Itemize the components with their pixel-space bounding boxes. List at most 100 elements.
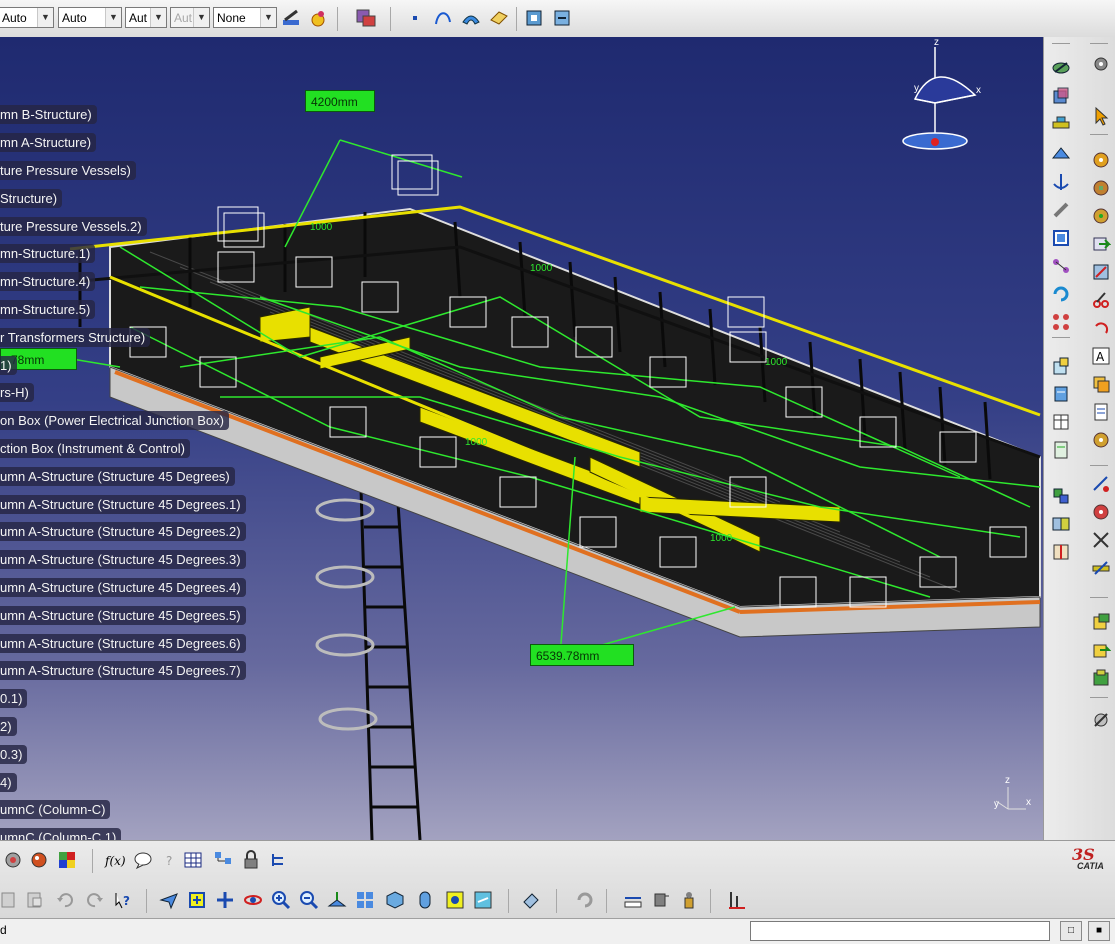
measure-inertia-icon[interactable]	[678, 889, 700, 911]
parts-cube-icon[interactable]	[1050, 85, 1072, 107]
merge-icon[interactable]	[1050, 513, 1072, 535]
zoom-out-icon[interactable]	[298, 889, 320, 911]
knowledge-icon[interactable]	[1050, 57, 1072, 79]
tree-node[interactable]: mn A-Structure)	[0, 133, 97, 152]
comment-icon[interactable]	[132, 849, 154, 871]
chevron-down-icon[interactable]: ▼	[150, 8, 166, 27]
measure-item-icon[interactable]	[650, 889, 672, 911]
layer-combo[interactable]: Aut ▼	[125, 7, 167, 28]
tree-node[interactable]: 1)	[0, 356, 17, 375]
table-icon[interactable]	[1050, 411, 1072, 433]
document-icon[interactable]	[1090, 401, 1112, 423]
zoom-in-icon[interactable]	[270, 889, 292, 911]
tree-node[interactable]: umn A-Structure (Structure 45 Degrees.6)	[0, 634, 246, 653]
tree-node[interactable]: umnC (Column-C)	[0, 800, 111, 819]
tree-node[interactable]: r Transformers Structure)	[0, 328, 151, 347]
tree-node[interactable]: umn A-Structure (Structure 45 Degrees.1)	[0, 495, 246, 514]
iso-view-icon[interactable]	[384, 889, 406, 911]
catalog-icon[interactable]	[1050, 383, 1072, 405]
hide-show-icon[interactable]	[444, 889, 466, 911]
analysis-icon[interactable]	[726, 889, 748, 911]
tools-options-icon[interactable]	[1090, 709, 1112, 731]
structure-member-icon[interactable]	[1050, 113, 1072, 135]
scissor-tool-icon[interactable]	[1090, 289, 1112, 311]
whats-this-icon[interactable]: ?	[112, 889, 134, 911]
transform-icon[interactable]	[1090, 261, 1112, 283]
spline-icon[interactable]	[432, 7, 454, 29]
undo-icon[interactable]	[54, 889, 76, 911]
apply-material-icon[interactable]	[2, 849, 24, 871]
tree-node[interactable]: ture Pressure Vessels)	[0, 161, 136, 180]
3d-viewport[interactable]: z x y z x y 1000 1000 1000 1000 1000 420…	[0, 37, 1043, 840]
tree-node[interactable]: mn-Structure.1)	[0, 244, 96, 263]
tree-node[interactable]: mn B-Structure)	[0, 105, 97, 124]
surface-icon[interactable]	[460, 7, 482, 29]
line-type-combo[interactable]: Auto ▼	[58, 7, 122, 28]
update-icon[interactable]	[574, 889, 596, 911]
tree-node[interactable]: ction Box (Instrument & Control)	[0, 439, 190, 458]
catalog-browser-icon[interactable]	[355, 7, 377, 29]
tree-node[interactable]: umn A-Structure (Structure 45 Degrees.7)	[0, 661, 246, 680]
tree-node[interactable]: umn A-Structure (Structure 45 Degrees.5)	[0, 606, 246, 625]
tree-node[interactable]: ture Pressure Vessels.2)	[0, 217, 147, 236]
paste-icon[interactable]	[0, 889, 20, 911]
measure-between-icon[interactable]	[622, 889, 644, 911]
tree-expand-icon[interactable]	[212, 849, 234, 871]
swap-visible-icon[interactable]	[472, 889, 494, 911]
paste-special-icon[interactable]	[24, 889, 46, 911]
formula-icon[interactable]: f(x)	[104, 849, 126, 871]
text-block-icon[interactable]: A	[1090, 345, 1112, 367]
multi-view-icon[interactable]	[354, 889, 376, 911]
product-icon[interactable]	[523, 7, 545, 29]
line-weight-combo[interactable]: Auto ▼	[0, 7, 54, 28]
split-icon[interactable]	[1050, 541, 1072, 563]
command-input[interactable]	[750, 921, 1050, 941]
shading-icon[interactable]	[414, 889, 436, 911]
redo-icon[interactable]	[84, 889, 106, 911]
point-icon[interactable]	[404, 7, 426, 29]
color-combo[interactable]: None ▼	[213, 7, 277, 28]
fly-mode-icon[interactable]	[158, 889, 180, 911]
gear-red-icon[interactable]	[1090, 501, 1112, 523]
gear-alt-icon[interactable]	[1090, 429, 1112, 451]
tree-node[interactable]: umn A-Structure (Structure 45 Degrees)	[0, 467, 235, 486]
tree-node[interactable]: 0.3)	[0, 745, 28, 764]
export-arrow-icon[interactable]	[1090, 233, 1112, 255]
tree-node[interactable]: 2)	[0, 717, 17, 736]
stop-command-button[interactable]: ■	[1088, 921, 1110, 941]
dimension-label-bottom[interactable]: 6539.78mm	[530, 644, 634, 666]
tree-node[interactable]: umn A-Structure (Structure 45 Degrees.3)	[0, 550, 246, 569]
power-input-button[interactable]: □	[1060, 921, 1082, 941]
tree-node[interactable]: umn A-Structure (Structure 45 Degrees.2)	[0, 522, 246, 541]
package-icon[interactable]	[1090, 667, 1112, 689]
tree-node[interactable]: on Box (Power Electrical Junction Box)	[0, 411, 229, 430]
view-frame-icon[interactable]	[1050, 227, 1072, 249]
beam-tool-icon[interactable]	[1090, 557, 1112, 579]
export-file-icon[interactable]	[1090, 611, 1112, 633]
anchor-icon[interactable]	[1050, 171, 1072, 193]
tree-node[interactable]: rs-H)	[0, 383, 34, 402]
render-sphere-icon[interactable]	[28, 849, 50, 871]
apply-material-icon[interactable]	[307, 7, 329, 29]
copy-layer-icon[interactable]	[1090, 373, 1112, 395]
tree-node[interactable]: umnC (Column-C.1)	[0, 828, 122, 840]
tree-node[interactable]: mn-Structure.5)	[0, 300, 96, 319]
table-grid-icon[interactable]	[182, 849, 204, 871]
normal-view-icon[interactable]	[326, 889, 348, 911]
select-arrow-icon[interactable]	[1090, 105, 1112, 127]
measure-icon[interactable]	[1090, 473, 1112, 495]
rotate-icon[interactable]	[242, 889, 264, 911]
pencil-icon[interactable]	[1050, 199, 1072, 221]
connector-icon[interactable]	[1050, 255, 1072, 277]
refresh-icon[interactable]	[1050, 283, 1072, 305]
tree-node[interactable]: umn A-Structure (Structure 45 Degrees.4)	[0, 578, 246, 597]
paintbrush-icon[interactable]	[280, 7, 302, 29]
import-file-icon[interactable]	[1090, 639, 1112, 661]
component-icon[interactable]	[551, 7, 573, 29]
insert-object-icon[interactable]	[1050, 355, 1072, 377]
chevron-down-icon[interactable]: ▼	[260, 8, 276, 27]
lock-icon[interactable]	[240, 849, 262, 871]
eraser-icon[interactable]	[520, 889, 542, 911]
gear-green-icon[interactable]	[1090, 205, 1112, 227]
tree-node[interactable]: mn-Structure.4)	[0, 272, 96, 291]
